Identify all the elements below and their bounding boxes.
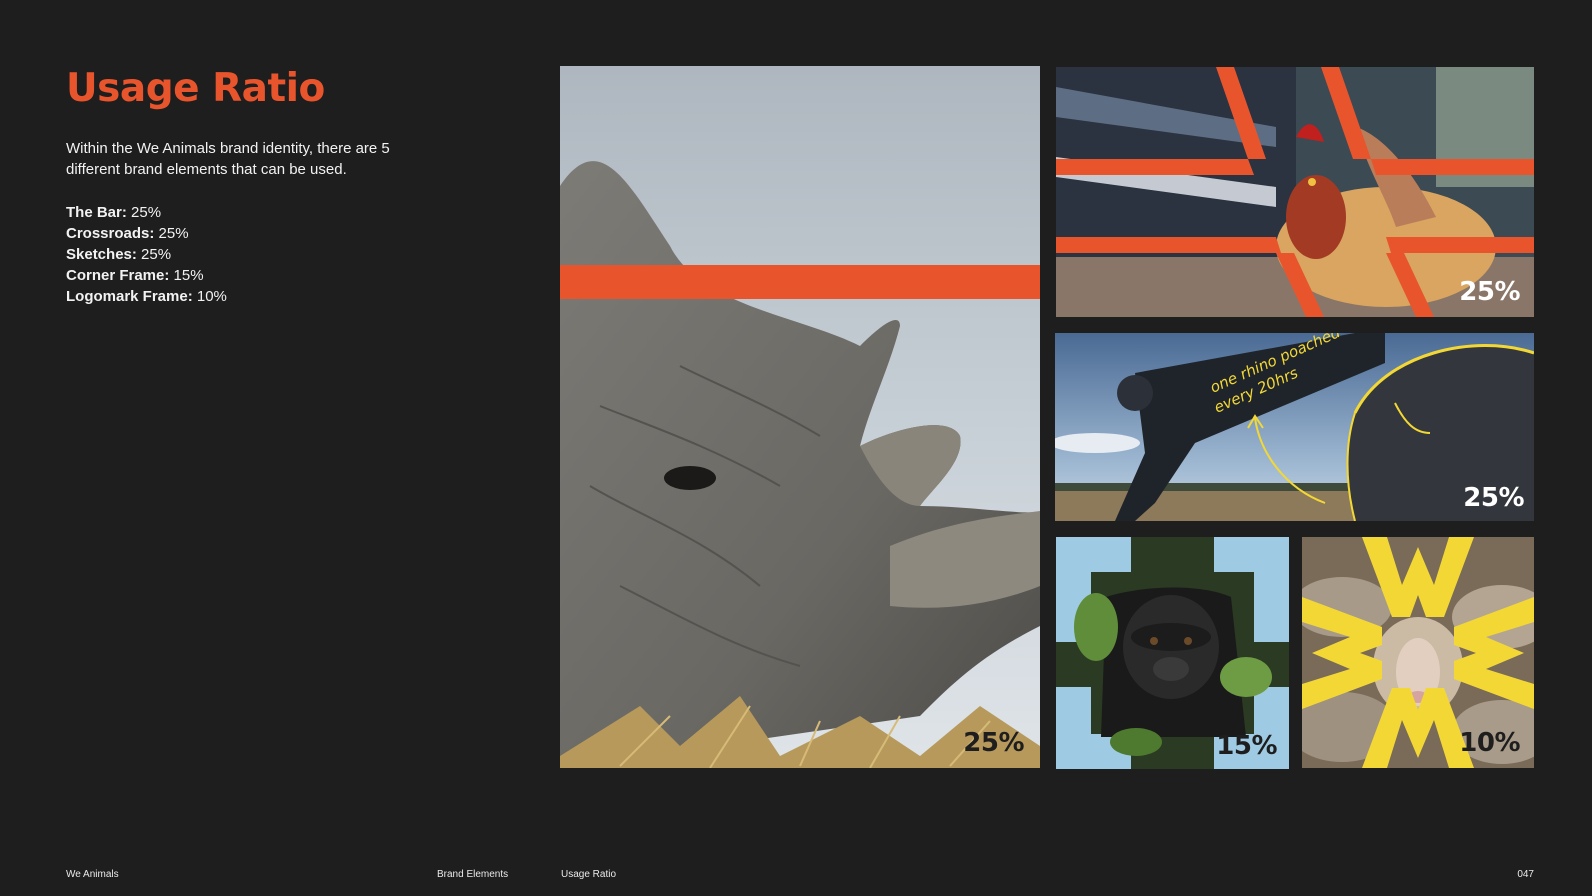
- rhino-bar-tile: 25%: [560, 66, 1040, 768]
- ratio-label: The Bar:: [66, 204, 127, 221]
- sketch-percent: 25%: [1463, 483, 1524, 513]
- ratio-list: The Bar: 25% Crossroads: 25% Sketches: 2…: [66, 202, 227, 307]
- intro-text: Within the We Animals brand identity, th…: [66, 140, 390, 178]
- ratio-item-logomark-frame: Logomark Frame: 10%: [66, 286, 227, 307]
- ratio-label: Crossroads:: [66, 225, 155, 242]
- gorilla-corner-frame-tile: 15%: [1056, 537, 1289, 769]
- gorilla-percent: 15%: [1216, 731, 1277, 761]
- sheep-logomark-frame-tile: 10%: [1302, 537, 1534, 768]
- sketch-photo: one rhino poached every 20hrs: [1055, 333, 1534, 521]
- ratio-item-corner-frame: Corner Frame: 15%: [66, 265, 227, 286]
- ratio-value: 25%: [141, 246, 172, 263]
- footer-section: Brand Elements: [437, 869, 509, 880]
- rhino-photo: [560, 66, 1040, 768]
- ratio-item-crossroads: Crossroads: 25%: [66, 223, 227, 244]
- sheep-percent: 10%: [1459, 728, 1520, 758]
- ratio-item-sketches: Sketches: 25%: [66, 244, 227, 265]
- ratio-label: Sketches:: [66, 246, 137, 263]
- ratio-value: 25%: [158, 225, 189, 242]
- ratio-value: 15%: [173, 267, 204, 284]
- footer-page-name: Usage Ratio: [561, 869, 617, 880]
- ratio-value: 25%: [131, 204, 162, 221]
- rhino-sketch-tile: one rhino poached every 20hrs 25%: [1055, 333, 1534, 521]
- ratio-label: Corner Frame:: [66, 267, 170, 284]
- ratio-value: 10%: [196, 288, 227, 305]
- rooster-percent: 25%: [1459, 277, 1520, 307]
- rooster-crossroads-tile: 25%: [1056, 67, 1534, 317]
- ratio-label: Logomark Frame:: [66, 288, 193, 305]
- footer-page-number: 047: [1517, 869, 1534, 880]
- rhino-percent: 25%: [963, 728, 1024, 758]
- the-bar: [560, 265, 1040, 299]
- footer-brand: We Animals: [66, 869, 119, 880]
- page-title: Usage Ratio: [66, 66, 325, 111]
- ratio-item-the-bar: The Bar: 25%: [66, 202, 227, 223]
